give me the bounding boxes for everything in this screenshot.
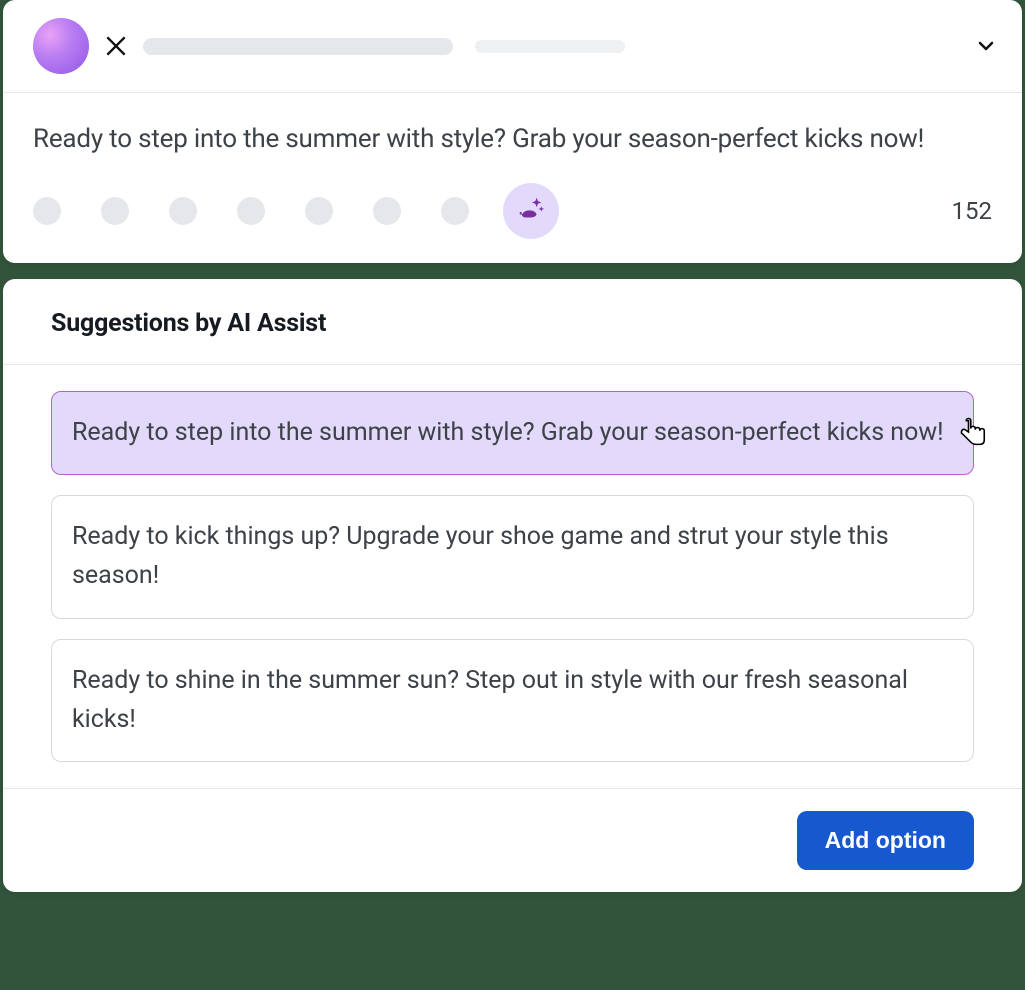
suggestion-text: Ready to kick things up? Upgrade your sh…	[72, 522, 889, 590]
suggestions-title: Suggestions by AI Assist	[51, 309, 974, 338]
post-text[interactable]: Ready to step into the summer with style…	[33, 119, 992, 161]
suggestion-item[interactable]: Ready to shine in the summer sun? Step o…	[51, 639, 974, 763]
ai-assist-icon	[516, 194, 546, 228]
suggestions-list: Ready to step into the summer with style…	[3, 365, 1022, 789]
suggestion-item[interactable]: Ready to step into the summer with style…	[51, 391, 974, 476]
composer-header	[3, 0, 1022, 93]
toolbar-placeholder-1[interactable]	[33, 197, 61, 225]
composer-card: Ready to step into the summer with style…	[3, 0, 1022, 263]
toolbar-placeholder-5[interactable]	[305, 197, 333, 225]
character-count: 152	[952, 197, 992, 225]
chevron-down-icon[interactable]	[974, 34, 998, 58]
suggestion-text: Ready to step into the summer with style…	[72, 418, 944, 447]
toolbar-placeholder-6[interactable]	[373, 197, 401, 225]
toolbar-placeholder-3[interactable]	[169, 197, 197, 225]
x-icon	[103, 33, 129, 59]
add-option-button[interactable]: Add option	[797, 811, 974, 870]
ai-assist-button[interactable]	[503, 183, 559, 239]
avatar[interactable]	[33, 18, 89, 74]
suggestions-header: Suggestions by AI Assist	[3, 279, 1022, 365]
toolbar-placeholder-4[interactable]	[237, 197, 265, 225]
composer-toolbar: 152	[3, 183, 1022, 263]
pointer-cursor-icon	[955, 414, 991, 450]
skeleton-account-meta	[475, 40, 625, 53]
suggestion-text: Ready to shine in the summer sun? Step o…	[72, 666, 908, 734]
skeleton-account-name	[143, 38, 453, 55]
composer-body: Ready to step into the summer with style…	[3, 93, 1022, 183]
suggestions-card: Suggestions by AI Assist Ready to step i…	[3, 279, 1022, 893]
suggestion-item[interactable]: Ready to kick things up? Upgrade your sh…	[51, 495, 974, 619]
toolbar-placeholder-2[interactable]	[101, 197, 129, 225]
toolbar-placeholder-7[interactable]	[441, 197, 469, 225]
suggestions-footer: Add option	[3, 788, 1022, 892]
